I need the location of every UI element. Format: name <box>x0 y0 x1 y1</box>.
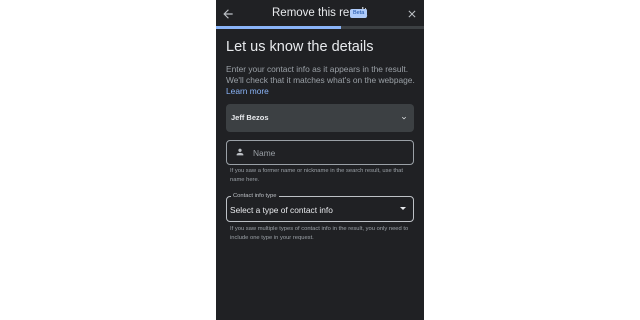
contact-info-type-select[interactable]: Contact info type Select a type of conta… <box>226 192 414 222</box>
contact-info-type-label: Contact info type <box>231 192 279 200</box>
beta-badge: Beta <box>350 9 368 18</box>
caret-down-icon <box>400 207 406 210</box>
name-helper-text: If you saw a former name or nickname in … <box>230 168 404 183</box>
intro-text: Enter your contact info as it appears in… <box>226 64 416 97</box>
name-input-placeholder: Name <box>253 148 276 158</box>
progress-bar <box>216 26 424 29</box>
close-icon[interactable] <box>406 8 418 20</box>
learn-more-link[interactable]: Learn more <box>226 86 269 96</box>
intro-description: Enter your contact info as it appears in… <box>226 64 415 85</box>
person-icon <box>236 148 244 156</box>
remove-result-dialog: Remove this result Beta Let us know the … <box>216 0 424 320</box>
progress-bar-fill <box>216 26 341 29</box>
back-arrow-icon[interactable] <box>221 7 235 21</box>
chevron-down-icon <box>402 116 406 120</box>
header: Remove this result Beta <box>216 0 424 28</box>
name-input[interactable]: Name <box>226 140 414 165</box>
contact-helper-text: If you saw multiple types of contact inf… <box>230 226 409 241</box>
page-title: Let us know the details <box>226 39 374 55</box>
person-select-value: Jeff Bezos <box>231 113 269 122</box>
contact-info-type-value: Select a type of contact info <box>230 205 333 215</box>
person-select[interactable]: Jeff Bezos <box>226 104 414 132</box>
